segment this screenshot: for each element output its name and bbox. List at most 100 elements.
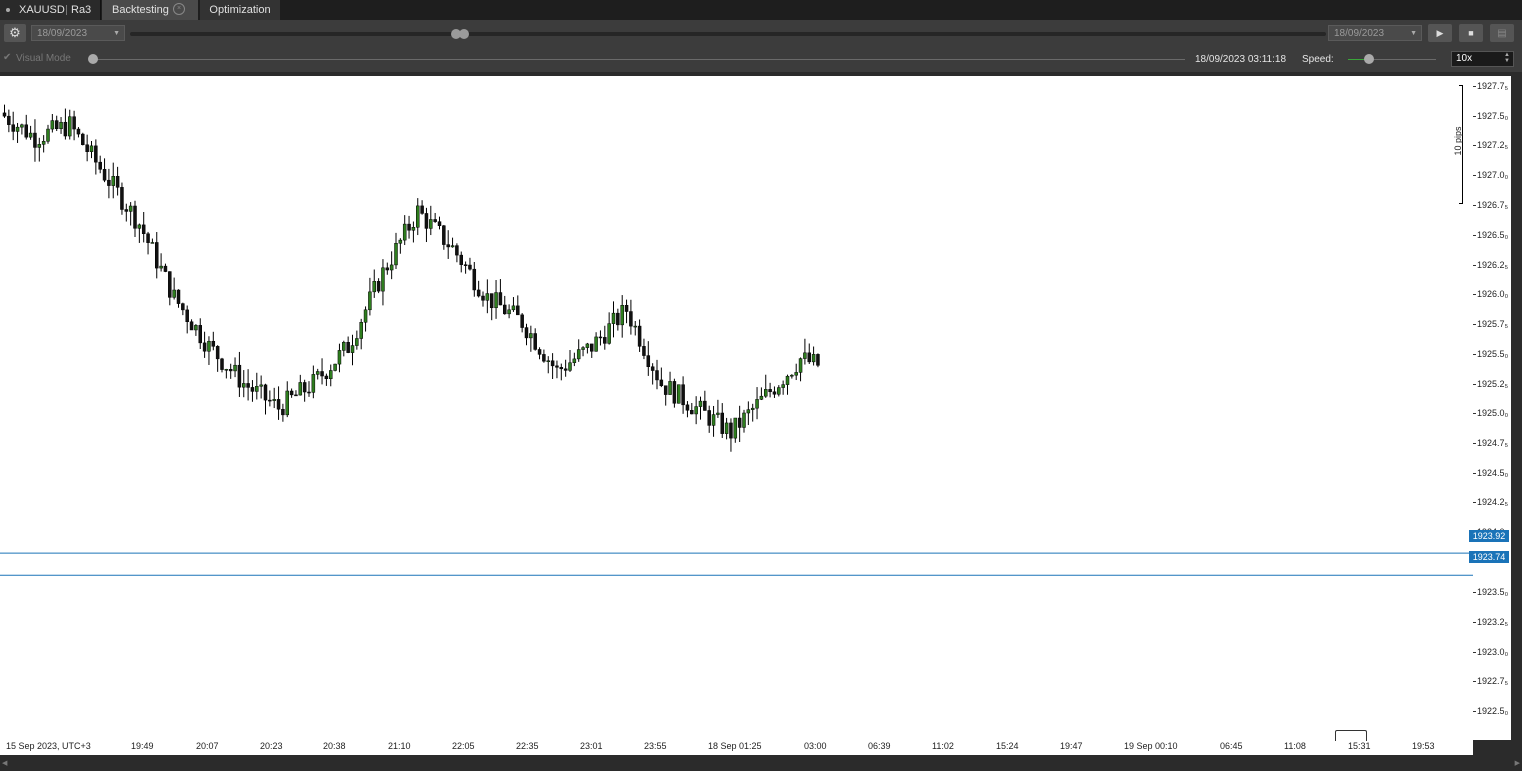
candle-body (750, 407, 755, 410)
spinner-icon[interactable]: ▲ ▼ (1504, 52, 1510, 64)
scroll-to-end-tab[interactable] (1335, 730, 1367, 741)
candle-body (450, 245, 455, 248)
price-axis-tick (1473, 205, 1476, 206)
candle-body (768, 389, 772, 393)
candle-body (529, 333, 533, 339)
candle-body (520, 314, 524, 328)
candle-body (546, 360, 550, 363)
candle-body (507, 309, 511, 315)
candle-body (416, 205, 420, 228)
range-end-handle[interactable] (459, 29, 469, 39)
play-button[interactable]: ▶ (1428, 24, 1452, 42)
candle-body (429, 219, 433, 229)
candle-body (481, 295, 485, 301)
price-axis[interactable]: 1927.7₅ 1927.5₀ 1927.2₅ 1927.0₀ 1926.7₅ 1926.… (1473, 76, 1511, 740)
price-axis-tick (1473, 652, 1476, 653)
close-icon[interactable]: × (173, 3, 185, 15)
candle-body (663, 385, 668, 395)
start-date-picker[interactable]: 18/09/2023 ▼ (31, 25, 125, 41)
candle-body (677, 384, 681, 404)
candle-body (585, 343, 590, 348)
candle-body (363, 309, 368, 323)
candle-body (211, 340, 216, 347)
scroll-right-icon[interactable]: ▶ (1515, 759, 1520, 767)
period-range-slider[interactable] (130, 29, 1326, 39)
candle-body (476, 289, 481, 297)
speed-track[interactable] (1348, 59, 1436, 60)
price-axis-label: 1927.2₅ (1477, 140, 1509, 150)
candle-body (563, 368, 568, 371)
tab-optimization-label: Optimization (209, 4, 271, 16)
candle-body (115, 176, 120, 188)
candle-body (698, 400, 703, 407)
candle-body (720, 412, 724, 434)
candle-body (798, 358, 803, 373)
candle-body (385, 267, 390, 271)
candle-body (215, 346, 220, 360)
end-date-value: 18/09/2023 (1334, 28, 1385, 39)
speed-value: 10x (1456, 53, 1473, 64)
progress-handle[interactable] (88, 54, 98, 64)
time-axis[interactable]: 15 Sep 2023, UTC+3 19:49 20:07 20:23 20:38 21… (0, 730, 1473, 755)
price-axis-tick (1473, 443, 1476, 444)
candle-body (81, 133, 85, 145)
candle-body (442, 225, 446, 245)
candle-body (124, 209, 129, 212)
price-chart[interactable]: 10 pips (0, 76, 1473, 740)
tab-symbol[interactable]: XAUUSD Ra3 (0, 0, 101, 20)
candle-body (694, 406, 698, 415)
stop-button[interactable]: ■ (1459, 24, 1483, 42)
candle-body (202, 342, 207, 352)
candle-body (141, 224, 146, 234)
end-date-picker[interactable]: 18/09/2023 ▼ (1328, 25, 1422, 41)
candle-body (576, 349, 581, 360)
time-axis-label: 19 Sep 00:10 (1124, 741, 1178, 751)
candle-body (550, 360, 555, 367)
save-button[interactable]: ▤ (1490, 24, 1514, 42)
time-axis-label: 20:07 (196, 741, 219, 751)
candle-body (568, 362, 572, 371)
candle-body (672, 381, 677, 404)
speed-handle[interactable] (1364, 54, 1374, 64)
candle-body (790, 374, 794, 377)
tab-backtesting[interactable]: Backtesting × (102, 0, 198, 20)
symbol-label: XAUUSD (19, 4, 65, 16)
candle-body (368, 291, 372, 311)
candle-body (194, 325, 198, 331)
progress-track[interactable] (92, 59, 1185, 60)
time-axis-label: 15 Sep 2023, UTC+3 (6, 741, 91, 751)
candle-body (268, 399, 272, 402)
settings-button[interactable]: ⚙ (4, 24, 26, 42)
candle-body (198, 325, 202, 344)
candle-body (350, 345, 355, 353)
candle-body (668, 381, 672, 395)
candle-body (707, 410, 711, 426)
candle-body (511, 305, 516, 311)
time-axis-label: 21:10 (388, 741, 411, 751)
horizontal-scrollbar[interactable]: ◀ ▶ (0, 756, 1522, 771)
price-axis-tick (1473, 235, 1476, 236)
candle-body (285, 390, 289, 416)
candle-body (28, 132, 33, 138)
tab-optimization[interactable]: Optimization (200, 0, 280, 20)
candle-body (729, 422, 733, 439)
candle-body (437, 221, 442, 226)
candle-body (524, 327, 529, 339)
price-axis-tick (1473, 294, 1476, 295)
candle-body (463, 264, 468, 266)
candle-body (50, 120, 55, 130)
candle-body (703, 400, 707, 411)
candle-body (7, 115, 11, 125)
speed-input[interactable]: 10x ▲ ▼ (1451, 51, 1514, 67)
candle-body (168, 271, 172, 298)
candle-body (690, 410, 694, 415)
candle-body (94, 145, 98, 163)
time-axis-label: 23:55 (644, 741, 667, 751)
candle-body (494, 292, 498, 309)
candle-body (155, 242, 159, 269)
scroll-left-icon[interactable]: ◀ (2, 759, 7, 767)
candle-body (807, 352, 811, 363)
price-axis-tick (1473, 502, 1476, 503)
price-axis-tick (1473, 681, 1476, 682)
visual-mode-checkbox[interactable]: ✔ (3, 53, 13, 63)
